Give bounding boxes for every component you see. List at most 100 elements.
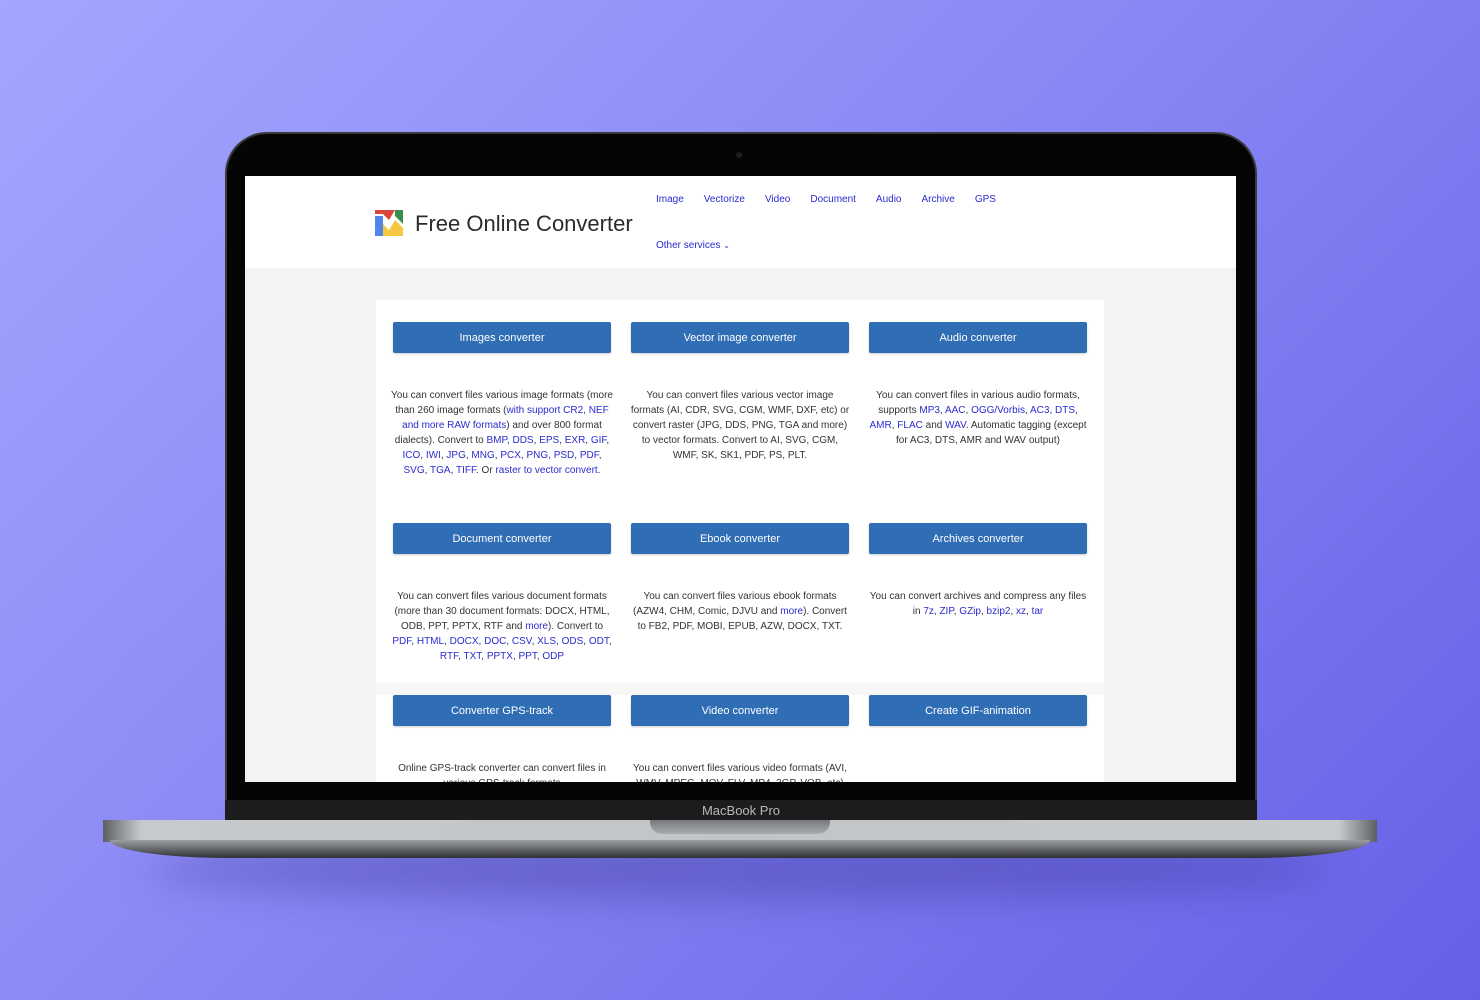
format-link[interactable]: ZIP	[939, 606, 953, 617]
format-link[interactable]: TGA	[430, 465, 451, 476]
format-link[interactable]: GIF	[591, 435, 607, 446]
format-link[interactable]: WAV	[945, 420, 966, 431]
format-link[interactable]: JPG	[446, 450, 465, 461]
converter-card: Audio converter You can convert files in …	[869, 322, 1087, 448]
format-link[interactable]: PPTX	[487, 651, 513, 662]
format-link[interactable]: FLAC	[897, 420, 923, 431]
site-title[interactable]: Free Online Converter	[415, 211, 633, 237]
row-divider	[376, 683, 1104, 695]
converter-button[interactable]: Images converter	[393, 322, 611, 353]
site-header: Free Online Converter Image Vectorize Vi…	[245, 176, 1236, 268]
format-link[interactable]: PDF	[580, 450, 599, 461]
format-link[interactable]: SVG	[404, 465, 425, 476]
converter-button[interactable]: Ebook converter	[631, 523, 849, 554]
converter-card: Images converter You can convert files va…	[391, 322, 613, 478]
converter-description: You can convert files various ebook form…	[629, 589, 851, 634]
nav-archive[interactable]: Archive	[922, 194, 955, 205]
format-link[interactable]: 7z	[923, 606, 934, 617]
converter-button[interactable]: Archives converter	[869, 523, 1087, 554]
converter-card: Video converter You can convert files var…	[631, 695, 849, 782]
description-text: ,	[598, 450, 602, 461]
other-services-label: Other services	[656, 240, 721, 251]
converter-description: You can convert files various vector ima…	[629, 388, 851, 463]
converter-button[interactable]: Create GIF-animation	[869, 695, 1087, 726]
format-link[interactable]: OGG/Vorbis	[971, 405, 1025, 416]
format-link[interactable]: MP3	[919, 405, 940, 416]
nav-video[interactable]: Video	[765, 194, 790, 205]
laptop-base-bottom	[110, 840, 1370, 858]
description-text: You can convert files various video form…	[633, 763, 847, 782]
format-link[interactable]: PCX	[500, 450, 521, 461]
nav-document[interactable]: Document	[810, 194, 856, 205]
converter-card: Ebook converter You can convert files var…	[631, 523, 849, 634]
format-link[interactable]: DTS	[1055, 405, 1075, 416]
converter-button[interactable]: Converter GPS-track	[393, 695, 611, 726]
converter-card: Vector image converter You can convert fi…	[631, 322, 849, 463]
format-link[interactable]: ODT	[589, 636, 609, 647]
format-link[interactable]: MNG	[471, 450, 494, 461]
format-link[interactable]: DOCX	[450, 636, 479, 647]
format-link[interactable]: AMR	[870, 420, 892, 431]
format-link[interactable]: ODP	[542, 651, 564, 662]
format-link[interactable]: CSV	[512, 636, 532, 647]
format-link[interactable]: more	[525, 621, 548, 632]
format-link[interactable]: IWI	[426, 450, 441, 461]
description-text: You can convert files various vector ima…	[630, 390, 850, 461]
format-link[interactable]: GZip	[959, 606, 981, 617]
description-text: ,	[606, 435, 610, 446]
converter-card: Document converter You can convert files …	[391, 523, 613, 664]
converter-description: Online GPS-track converter can convert f…	[391, 761, 613, 782]
nav-vectorize[interactable]: Vectorize	[704, 194, 745, 205]
other-services-dropdown[interactable]: Other services ⌄	[656, 240, 730, 251]
format-link[interactable]: xz	[1016, 606, 1026, 617]
format-link[interactable]: PNG	[526, 450, 548, 461]
converter-card: Create GIF-animation	[869, 695, 1087, 761]
converter-description: You can convert archives and compress an…	[867, 589, 1089, 619]
format-link[interactable]: TIFF	[456, 465, 476, 476]
converter-button[interactable]: Audio converter	[869, 322, 1087, 353]
nav-audio[interactable]: Audio	[876, 194, 902, 205]
format-link[interactable]: tar	[1032, 606, 1044, 617]
chevron-down-icon: ⌄	[723, 241, 730, 250]
format-link[interactable]: AAC	[945, 405, 966, 416]
format-link[interactable]: PDF	[392, 636, 411, 647]
format-link[interactable]: BMP	[487, 435, 507, 446]
laptop-notch	[650, 820, 830, 834]
format-link[interactable]: DDS	[512, 435, 533, 446]
nav-image[interactable]: Image	[656, 194, 684, 205]
logo-icon[interactable]	[375, 210, 403, 236]
format-link[interactable]: raster to vector convert	[495, 465, 597, 476]
format-link[interactable]: DOC	[484, 636, 506, 647]
converter-description: You can convert files various document f…	[391, 589, 613, 664]
converter-button[interactable]: Document converter	[393, 523, 611, 554]
description-text: and	[922, 420, 946, 431]
format-link[interactable]: XLS	[537, 636, 556, 647]
converter-description: You can convert files various image form…	[391, 388, 613, 478]
format-link[interactable]: HTML	[417, 636, 444, 647]
camera-icon	[736, 152, 742, 158]
format-link[interactable]: ICO	[403, 450, 421, 461]
converters-panel: Images converter You can convert files va…	[376, 300, 1104, 782]
format-link[interactable]: more	[780, 606, 803, 617]
converter-button[interactable]: Vector image converter	[631, 322, 849, 353]
device-label: MacBook Pro	[225, 800, 1257, 821]
format-link[interactable]: EPS	[539, 435, 559, 446]
format-link[interactable]: RTF	[440, 651, 458, 662]
format-link[interactable]: PPT	[519, 651, 537, 662]
format-link[interactable]: EXR	[565, 435, 586, 446]
description-text: ,	[608, 636, 612, 647]
format-link[interactable]: ODS	[562, 636, 584, 647]
browser-screen: Free Online Converter Image Vectorize Vi…	[245, 176, 1236, 782]
format-link[interactable]: TXT	[463, 651, 481, 662]
description-text: ). Convert to	[548, 621, 604, 632]
converter-card: Archives converter You can convert archiv…	[869, 523, 1087, 619]
format-link[interactable]: PSD	[554, 450, 575, 461]
description-text: Online GPS-track converter can convert f…	[398, 763, 606, 782]
description-text: ,	[1075, 405, 1078, 416]
nav-gps[interactable]: GPS	[975, 194, 996, 205]
converter-description: You can convert files in various audio f…	[867, 388, 1089, 448]
format-link[interactable]: bzip2	[987, 606, 1011, 617]
converter-button[interactable]: Video converter	[631, 695, 849, 726]
description-text: .	[597, 465, 601, 476]
format-link[interactable]: AC3	[1030, 405, 1049, 416]
